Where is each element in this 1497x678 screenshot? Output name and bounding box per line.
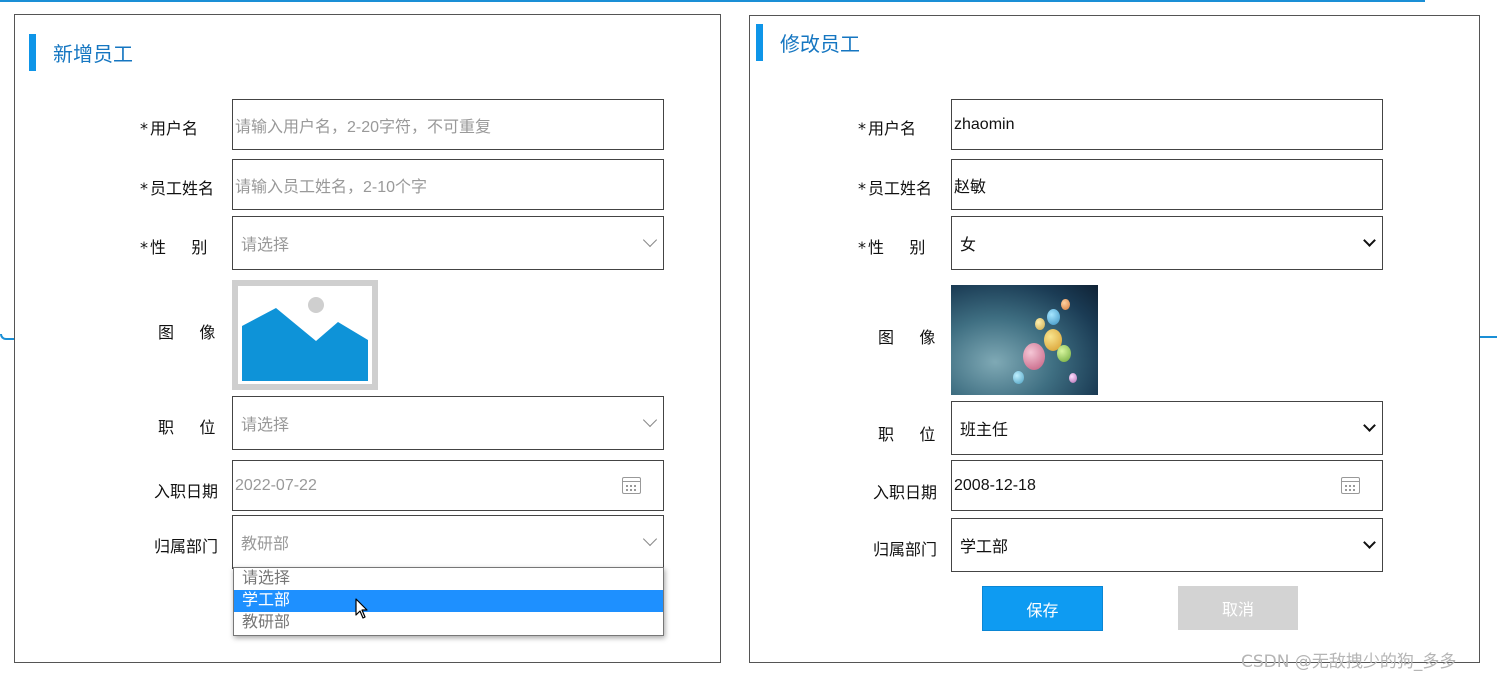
username-input[interactable]: zhaomin xyxy=(951,99,1383,150)
right-accent-line xyxy=(1480,336,1497,338)
name-input[interactable]: 赵敏 xyxy=(951,159,1383,210)
chevron-down-icon xyxy=(642,531,658,547)
required-mark: * xyxy=(858,238,866,257)
add-panel-title: 新增员工 xyxy=(53,42,133,66)
chevron-down-icon xyxy=(642,232,658,248)
job-label: 职 位 xyxy=(878,425,936,444)
employee-photo[interactable] xyxy=(951,285,1098,395)
dropdown-option[interactable]: 请选择 xyxy=(234,568,663,590)
gender-select[interactable]: 女 xyxy=(951,216,1383,270)
calendar-icon[interactable] xyxy=(622,476,641,494)
job-label: 职 位 xyxy=(158,418,216,437)
department-select-value: 学工部 xyxy=(960,539,1009,556)
dropdown-option[interactable]: 教研部 xyxy=(234,612,663,634)
entry-date-input[interactable]: 2022-07-22 xyxy=(232,460,664,511)
image-placeholder-icon xyxy=(242,297,368,381)
department-label: 归属部门 xyxy=(873,540,938,559)
add-panel-header: 新增员工 xyxy=(29,34,133,71)
edit-panel-title: 修改员工 xyxy=(780,32,860,56)
required-mark: * xyxy=(858,179,866,198)
csdn-watermark: CSDN @无敌拽少的狗_多多 xyxy=(1241,652,1457,672)
calendar-icon[interactable] xyxy=(1341,476,1360,494)
image-upload-placeholder[interactable] xyxy=(232,280,378,390)
entry-date-label: 入职日期 xyxy=(154,482,219,501)
image-label: 图 像 xyxy=(158,323,216,342)
mouse-cursor-icon xyxy=(355,598,368,619)
gender-select[interactable]: 请选择 xyxy=(232,216,664,270)
job-select-value: 请选择 xyxy=(241,417,290,434)
dropdown-option-highlighted[interactable]: 学工部 xyxy=(234,590,663,612)
department-select[interactable]: 学工部 xyxy=(951,518,1383,572)
gender-select-value: 请选择 xyxy=(241,237,290,254)
name-label: * 员工姓名 xyxy=(858,175,932,199)
name-input[interactable]: 请输入员工姓名，2-10个字 xyxy=(232,159,664,210)
job-select[interactable]: 请选择 xyxy=(232,396,664,450)
save-button[interactable]: 保存 xyxy=(982,586,1103,631)
entry-date-input[interactable]: 2008-12-18 xyxy=(951,460,1383,511)
top-accent-line xyxy=(0,0,1425,2)
entry-date-value: 2022-07-22 xyxy=(235,476,317,494)
department-select[interactable]: 教研部 xyxy=(232,515,664,569)
gender-label-text: 性 别 xyxy=(150,238,208,257)
department-dropdown-list: 请选择 学工部 教研部 xyxy=(233,567,664,636)
job-select[interactable]: 班主任 xyxy=(951,401,1383,455)
username-label: * 用户名 xyxy=(140,115,198,139)
left-accent-line xyxy=(0,334,14,340)
chevron-down-icon xyxy=(1363,234,1376,247)
title-accent-bar xyxy=(29,34,36,71)
image-label: 图 像 xyxy=(878,328,936,347)
username-label: * 用户名 xyxy=(858,115,916,139)
title-accent-bar xyxy=(756,24,763,61)
gender-select-value: 女 xyxy=(960,237,977,254)
username-label-text: 用户名 xyxy=(150,119,199,138)
required-mark: * xyxy=(140,119,148,138)
chevron-down-icon xyxy=(1363,419,1376,432)
entry-date-value: 2008-12-18 xyxy=(954,476,1036,494)
add-employee-panel: 新增员工 * 用户名 请输入用户名，2-20字符，不可重复 * 员工姓名 请输入员工… xyxy=(14,14,721,663)
department-label: 归属部门 xyxy=(154,537,219,556)
chevron-down-icon xyxy=(1363,536,1376,549)
required-mark: * xyxy=(140,179,148,198)
department-select-value: 教研部 xyxy=(241,536,290,553)
edit-panel-header: 修改员工 xyxy=(756,24,860,61)
entry-date-label: 入职日期 xyxy=(873,483,938,502)
gender-label: * 性 别 xyxy=(140,234,207,258)
name-label-text: 员工姓名 xyxy=(868,179,933,198)
username-label-text: 用户名 xyxy=(868,119,917,138)
gender-label: * 性 别 xyxy=(858,234,925,258)
username-input[interactable]: 请输入用户名，2-20字符，不可重复 xyxy=(232,99,664,150)
name-label: * 员工姓名 xyxy=(140,175,214,199)
required-mark: * xyxy=(858,119,866,138)
required-mark: * xyxy=(140,238,148,257)
chevron-down-icon xyxy=(642,412,658,428)
name-label-text: 员工姓名 xyxy=(150,179,215,198)
edit-employee-panel: 修改员工 * 用户名 zhaomin * 员工姓名 赵敏 * 性 别 女 图 像 职 … xyxy=(749,15,1480,663)
cancel-button[interactable]: 取消 xyxy=(1178,586,1298,630)
gender-label-text: 性 别 xyxy=(868,238,926,257)
job-select-value: 班主任 xyxy=(960,422,1009,439)
